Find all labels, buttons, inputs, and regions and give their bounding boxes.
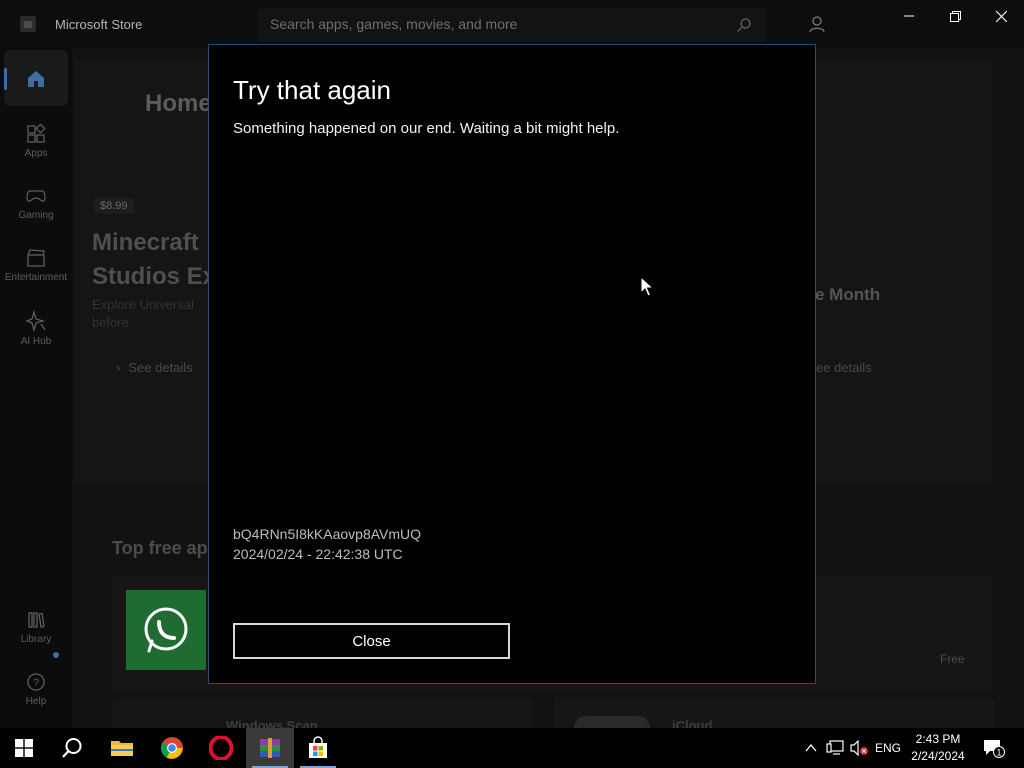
taskbar: ENG 2:43 PM 2/24/2024 1 <box>0 728 1024 768</box>
store-bag-icon <box>309 736 327 758</box>
nav-item-help[interactable]: ? Help <box>4 664 68 722</box>
nav-item-ai-hub[interactable]: AI Hub <box>4 302 68 360</box>
see-details-link-right[interactable]: ee details <box>816 360 872 375</box>
opera-icon <box>209 736 233 760</box>
mouse-cursor-icon <box>640 276 654 297</box>
title-bar: Microsoft Store <box>0 0 1024 48</box>
hero-right-title: e Month <box>815 285 881 304</box>
restore-button[interactable] <box>932 0 978 32</box>
folder-icon <box>111 741 133 756</box>
notification-count: 1 <box>996 748 1001 758</box>
home-icon <box>28 71 44 87</box>
search-icon <box>62 738 82 758</box>
taskbar-search-button[interactable] <box>48 728 96 768</box>
close-window-button[interactable] <box>978 0 1024 32</box>
nav-item-library[interactable]: Library <box>4 602 68 660</box>
error-code: bQ4RNn5I8kKAaovp8AVmUQ <box>233 526 422 542</box>
taskbar-opera[interactable] <box>197 728 245 768</box>
chevron-up-icon <box>805 744 817 752</box>
hero-title: Minecraft Studios Ex <box>92 226 212 294</box>
chevron-right-icon: › <box>116 360 121 375</box>
clock-date: 2/24/2024 <box>911 749 965 763</box>
start-button[interactable] <box>0 728 48 768</box>
hero-title-line2: Studios Ex <box>92 263 212 290</box>
page-title: Home <box>145 90 212 117</box>
close-icon <box>995 10 1007 22</box>
search-input[interactable] <box>270 16 730 32</box>
ai-sparkle-icon <box>25 310 46 332</box>
price-badge: $8.99 <box>94 198 134 214</box>
volume-muted-icon <box>850 740 868 756</box>
nav-label-library: Library <box>20 634 52 645</box>
taskbar-file-explorer[interactable] <box>98 728 146 768</box>
action-center-button[interactable]: 1 <box>980 728 1008 768</box>
price-free-label: Free <box>940 652 965 666</box>
minimize-icon <box>904 15 914 17</box>
library-icon <box>28 612 45 628</box>
nav-label-gaming: Gaming <box>18 210 54 221</box>
network-icon <box>826 740 844 755</box>
winrar-icon <box>260 738 280 758</box>
restore-icon <box>949 10 961 22</box>
nav-label-entertainment: Entertainment <box>4 272 68 283</box>
apps-icon <box>27 124 46 143</box>
taskbar-microsoft-store[interactable] <box>294 728 342 768</box>
nav-label-apps: Apps <box>24 148 48 159</box>
app-card-title-windows-scan: Windows Scan <box>226 718 318 728</box>
windows-logo-icon <box>15 739 33 757</box>
dialog-close-button[interactable]: Close <box>233 623 510 659</box>
dialog-title: Try that again <box>233 75 392 105</box>
error-dialog: Try that again Something happened on our… <box>208 44 816 684</box>
minimize-button[interactable] <box>886 0 932 32</box>
taskbar-winrar[interactable] <box>246 728 294 768</box>
hero-description: Explore Universal before <box>92 296 212 332</box>
notification-icon: 1 <box>984 740 1005 758</box>
library-update-dot <box>53 652 59 658</box>
icloud-app-icon <box>574 716 650 728</box>
nav-item-apps[interactable]: Apps <box>4 116 68 174</box>
app-title: Microsoft Store <box>55 17 143 32</box>
show-hidden-icons-button[interactable] <box>802 728 820 768</box>
search-icon[interactable] <box>736 17 752 33</box>
account-icon[interactable] <box>808 15 826 33</box>
search-box[interactable] <box>258 8 766 42</box>
left-navigation: Apps Gaming Entertainment AI Hub Library <box>0 48 72 728</box>
dialog-message: Something happened on our end. Waiting a… <box>233 120 620 137</box>
see-details-label: See details <box>128 360 193 375</box>
nav-item-home[interactable] <box>4 50 68 106</box>
network-tray-button[interactable] <box>824 728 846 768</box>
app-card-bottom-left[interactable] <box>112 698 532 728</box>
language-indicator[interactable]: ENG <box>872 728 904 768</box>
hero-title-line1: Minecraft <box>92 229 199 256</box>
clapperboard-icon <box>27 249 45 267</box>
whatsapp-icon <box>144 607 188 653</box>
gamepad-icon <box>26 190 46 202</box>
nav-label-help: Help <box>25 696 47 707</box>
svg-text:?: ? <box>33 677 39 689</box>
app-card-title-icloud: iCloud <box>672 718 713 728</box>
taskbar-clock[interactable]: 2:43 PM 2/24/2024 <box>906 731 970 765</box>
hero-desc-line2: before <box>92 315 129 330</box>
store-app-icon <box>20 16 36 32</box>
hero-desc-line1: Explore Universal <box>92 297 194 312</box>
section-title-top-free: Top free ap <box>112 538 208 558</box>
chrome-icon <box>160 737 183 759</box>
see-details-link[interactable]: › See details <box>116 360 193 375</box>
whatsapp-app-tile[interactable] <box>126 590 206 670</box>
help-icon: ? <box>27 673 45 691</box>
clock-time: 2:43 PM <box>915 732 961 746</box>
error-timestamp: 2024/02/24 - 22:42:38 UTC <box>233 546 403 562</box>
nav-label-ai-hub: AI Hub <box>20 336 52 347</box>
taskbar-chrome[interactable] <box>148 728 196 768</box>
nav-item-entertainment[interactable]: Entertainment <box>4 240 68 298</box>
volume-tray-button[interactable] <box>848 728 870 768</box>
nav-item-gaming[interactable]: Gaming <box>4 178 68 236</box>
